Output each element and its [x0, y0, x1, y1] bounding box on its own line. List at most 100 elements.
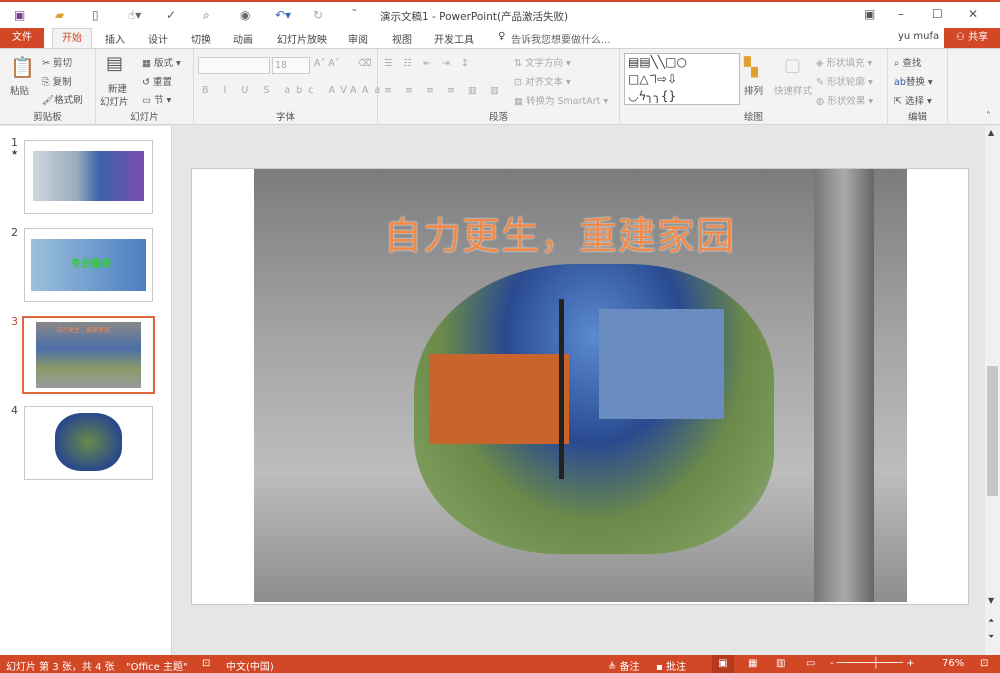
scroll-down-icon[interactable]: ▼ [988, 596, 994, 605]
font-style-buttons[interactable]: B I U S abc AV Aa [202, 85, 386, 96]
notes-button[interactable]: ≜ 备注 [608, 658, 640, 673]
customize-qat-icon[interactable]: ⁼ [352, 8, 357, 18]
group-clipboard: 📋 粘贴 ✂ 剪切 ⎘ 复制 🖌格式刷 剪贴板 [0, 49, 96, 125]
person-icon: ⚇ [955, 32, 969, 43]
align-text-label: 对齐文本 [524, 77, 563, 88]
shape-outline-button[interactable]: ✎ 形状轮廓 ▾ [816, 74, 873, 88]
smartart-button[interactable]: ▦ 转换为 SmartArt ▾ [514, 93, 608, 107]
touch-mode-icon[interactable]: ☝▾ [128, 8, 141, 22]
slide-thumbnail-2[interactable]: 冬去春来 [24, 228, 153, 302]
slide-picture[interactable]: 自力更生，重建家园 [254, 169, 907, 602]
font-name-select[interactable] [198, 57, 270, 74]
scroll-up-icon[interactable]: ▲ [988, 128, 994, 137]
slide-thumbnail-1[interactable] [24, 140, 153, 214]
shape-fill-button[interactable]: ◈ 形状填充 ▾ [816, 55, 872, 69]
group-drawing: ▤▤╲╲□○ □△˥˥⇨⇩ ◡ϟ╮╮{} ▚ 排列 ▢ 快速样式 ◈ 形状填充 ▾ … [620, 49, 888, 125]
spellcheck-icon[interactable]: ⊡ [202, 658, 210, 669]
save-icon[interactable]: ▣ [14, 8, 25, 22]
tab-design[interactable]: 设计 [148, 31, 168, 46]
status-bar: 幻灯片 第 3 张，共 4 张 "Office 主题" ⊡ 中文(中国) ≜ 备… [0, 655, 1000, 673]
comments-button[interactable]: ▪ 批注 [656, 658, 686, 673]
maximize-button[interactable]: ☐ [932, 7, 943, 21]
tab-animations[interactable]: 动画 [233, 31, 253, 46]
layout-button[interactable]: ▦ 版式 ▾ [142, 55, 181, 69]
open-icon[interactable]: ▰ [55, 8, 64, 22]
new-slide-label[interactable]: 新建 [108, 81, 127, 95]
present-icon[interactable]: ◉ [240, 8, 250, 22]
tab-review[interactable]: 审阅 [348, 31, 368, 46]
reset-button[interactable]: ↺ 重置 [142, 74, 172, 88]
group-label: 幻灯片 [130, 112, 159, 123]
new-slide-icon[interactable]: ▤ [106, 53, 123, 74]
list-buttons[interactable]: ☰ ☷ ⇤ ⇥ ↕ [384, 58, 473, 69]
tab-slideshow[interactable]: 幻灯片放映 [277, 31, 327, 46]
paste-button[interactable]: 粘贴 [10, 83, 29, 97]
slide-thumbnail-3[interactable]: 自力更生，重建家园 [22, 316, 155, 394]
text-direction-button[interactable]: ⇅ 文字方向 ▾ [514, 55, 571, 69]
cut-button[interactable]: ✂ 剪切 [42, 55, 72, 69]
slide-thumbnails-pane: 1 ★ 2 冬去春来 3 自力更生，重建家园 4 [0, 126, 172, 655]
close-button[interactable]: ✕ [968, 7, 978, 21]
tab-developer[interactable]: 开发工具 [434, 31, 474, 46]
find-button[interactable]: ⌕ 查找 [894, 55, 921, 69]
zoom-slider[interactable]: - ──────┼──── + [830, 658, 915, 669]
font-size-select[interactable]: 18 [272, 57, 310, 74]
select-button[interactable]: ⇱ 选择 ▾ [894, 93, 932, 107]
normal-view-button[interactable]: ▣ [712, 655, 734, 673]
tab-home[interactable]: 开始 [52, 28, 92, 49]
ribbon-display-icon[interactable]: ▣ [864, 7, 875, 21]
arrange-button[interactable]: 排列 [744, 83, 763, 97]
new-icon[interactable]: ▯ [92, 8, 99, 22]
window-title: 演示文稿1 - PowerPoint(产品激活失败) [380, 11, 569, 23]
spelling-icon[interactable]: ✓ [166, 8, 176, 22]
section-button[interactable]: ▭ 节 ▾ [142, 92, 171, 106]
new-slide-label2[interactable]: 幻灯片 [100, 94, 129, 108]
tab-view[interactable]: 视图 [392, 31, 412, 46]
prev-slide-icon[interactable]: ⏶ [988, 616, 994, 626]
preview-icon[interactable]: ⌕ [203, 8, 210, 23]
minimize-button[interactable]: – [898, 7, 904, 21]
copy-button[interactable]: ⎘ 复制 [42, 74, 72, 88]
align-buttons[interactable]: ≡ ≡ ≡ ≡ ▥ ▥ [384, 85, 504, 96]
slide-info: 幻灯片 第 3 张，共 4 张 [6, 662, 115, 673]
share-label: 共享 [968, 32, 989, 43]
slide-thumbnail-4[interactable] [24, 406, 153, 480]
reading-view-button[interactable]: ▥ [776, 658, 785, 669]
tell-me-input[interactable]: 告诉我您想要做什么... [511, 31, 611, 46]
shape-effects-label: 形状效果 [827, 96, 866, 107]
format-painter-button[interactable]: 🖌格式刷 [42, 92, 83, 106]
collapse-ribbon-icon[interactable]: ˄ [986, 111, 991, 122]
replace-button[interactable]: ab替换 ▾ [894, 74, 933, 88]
fit-to-window-icon[interactable]: ⊡ [980, 658, 988, 669]
tab-transitions[interactable]: 切换 [191, 31, 211, 46]
tab-insert[interactable]: 插入 [105, 31, 125, 46]
tab-file[interactable]: 文件 [0, 28, 44, 48]
vertical-scrollbar[interactable]: ▲ ▼ ⏶ ⏷ [985, 126, 1000, 655]
redo-icon[interactable]: ↻ [313, 8, 323, 22]
user-name[interactable]: yu mufa [898, 31, 939, 42]
quick-styles-icon[interactable]: ▢ [784, 55, 801, 76]
shapes-gallery[interactable]: ▤▤╲╲□○ □△˥˥⇨⇩ ◡ϟ╮╮{} [624, 53, 740, 105]
paste-icon[interactable]: 📋 [10, 55, 35, 79]
next-slide-icon[interactable]: ⏷ [988, 632, 994, 642]
undo-icon[interactable]: ↶▾ [275, 8, 291, 22]
align-text-button[interactable]: ⊡ 对齐文本 ▾ [514, 74, 571, 88]
section-label: 节 [154, 95, 164, 106]
cut-label: 剪切 [53, 58, 73, 69]
font-color-icon[interactable]: A [350, 85, 357, 96]
shape-effects-button[interactable]: ◍ 形状效果 ▾ [816, 93, 873, 107]
scroll-thumb[interactable] [987, 366, 998, 496]
clear-format-icon[interactable]: ⌫ [358, 58, 371, 69]
pillar [814, 169, 874, 602]
group-label: 字体 [275, 112, 295, 123]
font-grow-icon[interactable]: A˄ A˅ [314, 58, 340, 69]
quick-styles-button[interactable]: 快速样式 [774, 83, 812, 97]
slide-sorter-button[interactable]: ▦ [748, 658, 757, 669]
slide-title[interactable]: 自力更生，重建家园 [384, 205, 735, 260]
share-button[interactable]: ⚇ 共享 [944, 28, 1000, 48]
arrange-icon[interactable]: ▚ [744, 57, 758, 78]
slideshow-button[interactable]: ▭ [806, 658, 815, 669]
zoom-level[interactable]: 76% [942, 658, 964, 669]
replace-label: 替换 [905, 77, 925, 88]
language[interactable]: 中文(中国) [226, 658, 274, 673]
